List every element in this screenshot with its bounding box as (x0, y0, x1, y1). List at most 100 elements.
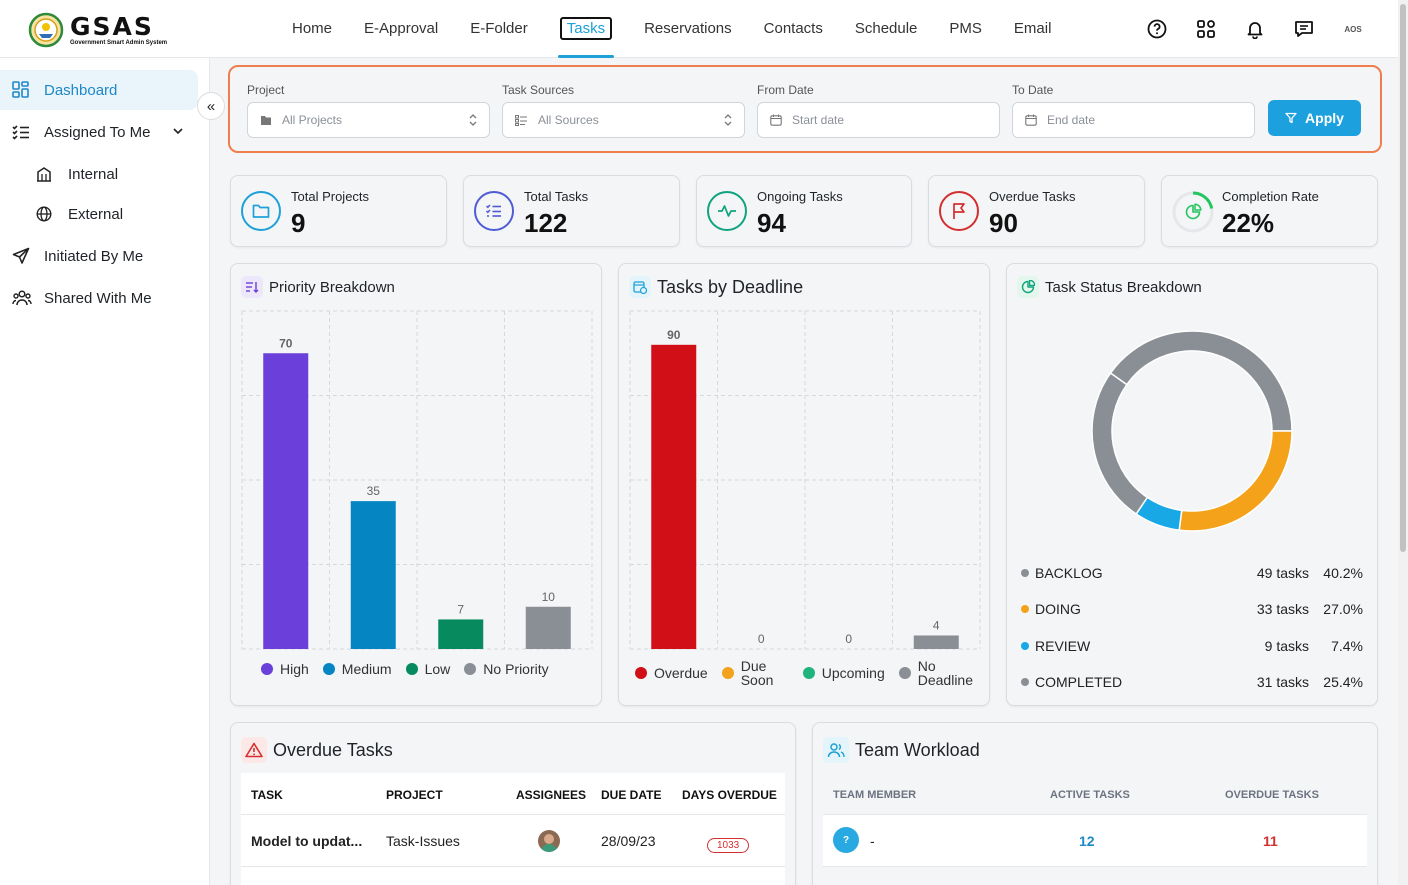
sidebar-item-assigned-to-me[interactable]: Assigned To Me (0, 112, 198, 152)
project-name: Task-Issues (386, 833, 460, 849)
table-row[interactable]: ? - 12 11 (823, 815, 1367, 867)
building-icon (36, 166, 60, 182)
to-date-input[interactable]: End date (1012, 102, 1255, 138)
checklist-icon (12, 124, 36, 140)
sort-icon (241, 276, 263, 298)
to-date-filter: To Date End date (1012, 83, 1255, 138)
overdue-tasks-card: Overdue Tasks TASK PROJECT ASSIGNEES DUE… (230, 722, 796, 885)
sidebar-item-external[interactable]: External (0, 194, 198, 234)
globe-icon (36, 206, 60, 222)
collapse-sidebar-button[interactable]: « (197, 92, 225, 120)
sources-select[interactable]: All Sources (502, 102, 745, 138)
status-percent: 27.0% (1323, 601, 1363, 618)
sidebar-item-label: Shared With Me (44, 289, 152, 307)
calendar-clock-icon (629, 276, 651, 298)
warning-icon (241, 737, 267, 763)
project-filter-label: Project (247, 83, 285, 97)
status-count: 9 tasks (1264, 637, 1309, 654)
legend-item[interactable]: No Priority (464, 661, 549, 677)
col-task: TASK (251, 788, 283, 802)
overdue-tasks-count: 11 (1263, 833, 1278, 849)
member-avatar[interactable]: ? (833, 827, 859, 853)
deadline-title: Tasks by Deadline (657, 276, 804, 297)
col-active-tasks: ACTIVE TASKS (1050, 789, 1130, 801)
legend-swatch (1021, 677, 1029, 686)
sidebar-item-label: Assigned To Me (44, 123, 151, 141)
legend-item[interactable]: Medium (322, 661, 392, 677)
select-arrows-icon (469, 113, 477, 130)
from-date-input[interactable]: Start date (757, 102, 1000, 138)
nav-e-approval[interactable]: E-Approval (348, 0, 454, 58)
stat-card-total-tasks: Total Tasks 122 (463, 175, 680, 247)
legend-item[interactable]: High (261, 661, 309, 677)
table-row[interactable]: Model to updat... Task-Issues 28/09/23 1… (241, 815, 785, 867)
team-workload-card: Team Workload TEAM MEMBER ACTIVE TASKS O… (812, 722, 1378, 885)
user-avatar[interactable]: AOS (1338, 14, 1368, 44)
status-legend-row[interactable]: REVIEW 9 tasks 7.4% (1021, 638, 1363, 654)
sidebar-item-internal[interactable]: Internal (0, 154, 198, 194)
legend-item[interactable]: Upcoming (802, 665, 885, 681)
active-tasks-count: 12 (1079, 833, 1095, 849)
nav-e-folder[interactable]: E-Folder (454, 0, 544, 58)
status-breakdown-title: Task Status Breakdown (1045, 278, 1202, 296)
status-donut-chart (1091, 330, 1293, 532)
data-label: 7 (457, 602, 464, 616)
nav-schedule[interactable]: Schedule (839, 0, 934, 58)
legend-item[interactable]: No Deadline (898, 659, 973, 687)
col-assignees: ASSIGNEES (516, 788, 587, 802)
sidebar-item-shared-with-me[interactable]: Shared With Me (0, 278, 198, 318)
emblem-icon (28, 12, 64, 48)
legend-item[interactable]: Low (405, 661, 450, 677)
chevron-down-icon[interactable] (172, 124, 184, 141)
nav-pms[interactable]: PMS (933, 0, 998, 58)
bar-no-deadline (913, 635, 959, 649)
select-arrows-icon (724, 113, 732, 130)
legend-item[interactable]: Overdue (635, 665, 708, 681)
data-label: 35 (367, 484, 381, 498)
legend-label: High (280, 661, 309, 677)
sources-filter: Task Sources All Sources (502, 83, 745, 138)
nav-tasks-label: Tasks (559, 17, 613, 40)
to-date-placeholder: End date (1047, 113, 1096, 127)
legend-item[interactable]: Due Soon (721, 659, 789, 687)
legend-swatch (261, 663, 273, 675)
status-percent: 7.4% (1331, 637, 1363, 654)
list-filter-icon (515, 114, 528, 126)
nav-home[interactable]: Home (276, 0, 348, 58)
from-date-placeholder: Start date (792, 113, 845, 127)
top-navigation-bar: GSAS Government Smart Admin System Home … (0, 0, 1398, 58)
project-filter: Project All Projects (247, 83, 490, 138)
legend-swatch (1021, 641, 1029, 650)
nav-contacts[interactable]: Contacts (748, 0, 839, 58)
stat-card-ongoing-tasks: Ongoing Tasks 94 (696, 175, 912, 247)
status-legend-row[interactable]: BACKLOG 49 tasks 40.2% (1021, 565, 1363, 581)
legend-label: No Priority (483, 661, 549, 677)
data-label: 0 (845, 632, 852, 646)
gsas-logo[interactable]: GSAS Government Smart Admin System (28, 12, 167, 48)
bell-icon[interactable] (1240, 14, 1270, 44)
nav-reservations[interactable]: Reservations (628, 0, 748, 58)
assignee-avatar[interactable] (538, 830, 560, 852)
task-name[interactable]: Model to updat... (251, 833, 362, 849)
scrollbar-thumb[interactable] (1400, 4, 1406, 552)
apply-filter-button[interactable]: Apply (1268, 100, 1361, 136)
sidebar-item-initiated-by-me[interactable]: Initiated By Me (0, 236, 198, 276)
chat-icon[interactable] (1289, 14, 1319, 44)
help-icon[interactable] (1142, 14, 1172, 44)
logo-subtitle: Government Smart Admin System (70, 40, 168, 46)
sidebar-item-label: External (68, 205, 124, 223)
status-legend-row[interactable]: COMPLETED 31 tasks 25.4% (1021, 674, 1363, 690)
page-scrollbar[interactable] (1398, 0, 1408, 885)
sidebar-item-dashboard[interactable]: Dashboard (0, 70, 198, 110)
sources-select-value: All Sources (538, 113, 599, 127)
deadline-header: Tasks by Deadline (629, 276, 803, 298)
legend-label: Medium (341, 661, 392, 677)
stat-card-completion-rate: Completion Rate 22% (1161, 175, 1378, 247)
status-legend-row[interactable]: DOING 33 tasks 27.0% (1021, 601, 1363, 617)
stat-label: Completion Rate (1222, 189, 1319, 204)
status-label: DOING (1035, 601, 1081, 618)
nav-tasks[interactable]: Tasks (544, 0, 628, 58)
nav-email[interactable]: Email (998, 0, 1068, 58)
apps-grid-icon[interactable] (1191, 14, 1221, 44)
project-select[interactable]: All Projects (247, 102, 490, 138)
